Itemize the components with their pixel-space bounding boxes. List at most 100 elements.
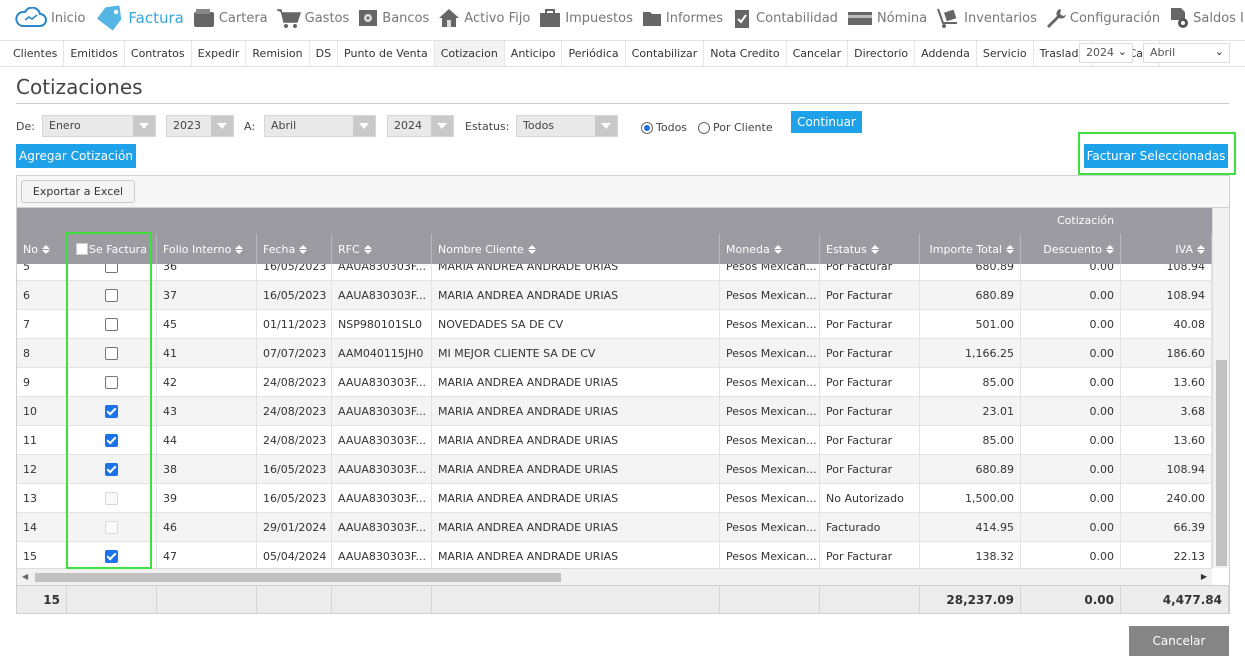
header-label: Importe Total: [929, 242, 1002, 256]
header-fecha[interactable]: Fecha: [257, 234, 332, 264]
cell-rfc: AAUA830303F...: [332, 542, 432, 568]
to-year-dropdown[interactable]: 2024: [387, 115, 454, 137]
header-no[interactable]: No: [17, 234, 67, 264]
nav-item-activo-fijo[interactable]: Activo Fijo: [437, 7, 530, 29]
header-cliente[interactable]: Nombre Cliente: [432, 234, 720, 264]
vertical-scrollbar[interactable]: [1212, 208, 1229, 568]
header-descuento[interactable]: Descuento: [1021, 234, 1121, 264]
nav-item-factura[interactable]: Factura: [93, 5, 184, 31]
sort-icon[interactable]: [41, 244, 50, 254]
radio-todos-label: Todos: [656, 121, 688, 134]
table-row[interactable]: 9 42 24/08/2023 AAUA830303F... MARIA ANDREA …: [17, 368, 1212, 397]
tab-directorio[interactable]: Directorio: [848, 41, 916, 66]
scroll-right-icon[interactable]: ▶: [1201, 572, 1207, 581]
tab-clientes[interactable]: Clientes: [7, 41, 65, 66]
invoice-selected-button[interactable]: Facturar Seleccionadas: [1084, 144, 1228, 168]
table-row[interactable]: 6 37 16/05/2023 AAUA830303F... MARIA ANDREA …: [17, 281, 1212, 310]
table-row[interactable]: 15 47 05/04/2024 AAUA830303F... MARIA ANDREA…: [17, 542, 1212, 568]
tab-cancelar[interactable]: Cancelar: [787, 41, 849, 66]
nav-item-inicio[interactable]: Inicio: [14, 7, 85, 29]
sort-icon[interactable]: [1106, 244, 1114, 254]
sort-icon[interactable]: [235, 244, 244, 254]
nav-item-bancos[interactable]: Bancos: [357, 7, 429, 29]
nav-item-informes[interactable]: Informes: [641, 7, 723, 29]
nav-item-saldos-iniciales[interactable]: Saldos Iniciales: [1168, 7, 1245, 29]
from-year-dropdown[interactable]: 2023: [166, 115, 234, 137]
table-row[interactable]: 8 41 07/07/2023 AAM040115JH0 MI MEJOR CLIENT…: [17, 339, 1212, 368]
cell-no: 11: [17, 426, 67, 454]
radio-por-cliente[interactable]: Por Cliente: [698, 121, 773, 134]
nav-item-contabilidad[interactable]: Contabilidad: [731, 7, 838, 29]
tab-contratos[interactable]: Contratos: [125, 41, 192, 66]
cell-iva: 13.60: [1121, 426, 1212, 454]
sort-icon[interactable]: [299, 244, 308, 254]
cell-iva: 13.60: [1121, 368, 1212, 396]
tab-remision[interactable]: Remision: [246, 41, 310, 66]
tab-ds[interactable]: DS: [310, 41, 339, 66]
status-dropdown[interactable]: Todos: [516, 115, 618, 137]
tab-expedir[interactable]: Expedir: [192, 41, 247, 66]
add-quote-button[interactable]: Agregar Cotización: [16, 144, 136, 168]
table-row[interactable]: 7 45 01/11/2023 NSP980101SL0 NOVEDADES SA DE…: [17, 310, 1212, 339]
table-row[interactable]: 11 44 24/08/2023 AAUA830303F... MARIA ANDREA…: [17, 426, 1212, 455]
header-moneda[interactable]: Moneda: [720, 234, 820, 264]
tab-addenda[interactable]: Addenda: [915, 41, 977, 66]
nav-item-nómina[interactable]: Nómina: [846, 7, 927, 29]
table-row[interactable]: 12 38 16/05/2023 AAUA830303F... MARIA ANDREA…: [17, 455, 1212, 484]
sort-icon[interactable]: [1197, 244, 1205, 254]
cell-descuento: 0.00: [1021, 368, 1121, 396]
scroll-left-icon[interactable]: ◀: [22, 572, 28, 581]
cell-descuento: 0.00: [1021, 426, 1121, 454]
header-importe[interactable]: Importe Total: [920, 234, 1021, 264]
year-select[interactable]: 2024 ⌄: [1079, 43, 1133, 63]
table-row[interactable]: 5 36 16/05/2023 AAUA830303F... MARIA ANDREA …: [17, 264, 1212, 281]
radio-todos[interactable]: Todos: [641, 121, 687, 134]
export-excel-button[interactable]: Exportar a Excel: [21, 180, 135, 203]
tab-emitidos[interactable]: Emitidos: [64, 41, 125, 66]
dropdown-arrow-icon: [133, 116, 155, 136]
nav-item-configuración[interactable]: Configuración: [1045, 7, 1160, 29]
sort-icon[interactable]: [1006, 244, 1014, 254]
cell-iva: 22.13: [1121, 542, 1212, 568]
header-estatus[interactable]: Estatus: [820, 234, 920, 264]
to-month-dropdown[interactable]: Abril: [264, 115, 376, 137]
tab-peri-dica[interactable]: Periódica: [562, 41, 626, 66]
cancel-button[interactable]: Cancelar: [1129, 626, 1229, 656]
table-row[interactable]: 13 39 16/05/2023 AAUA830303F... MARIA ANDREA…: [17, 484, 1212, 513]
nav-item-cartera[interactable]: Cartera: [192, 7, 268, 29]
nav-item-impuestos[interactable]: Impuestos: [538, 7, 633, 29]
tab-cotizacion[interactable]: Cotizacion: [434, 41, 505, 66]
sort-icon[interactable]: [773, 244, 782, 254]
scrollbar-thumb[interactable]: [1216, 360, 1227, 566]
from-month-dropdown[interactable]: Enero: [42, 115, 156, 137]
scrollbar-thumb[interactable]: [35, 573, 561, 582]
header-iva[interactable]: IVA: [1121, 234, 1212, 264]
to-year-value: 2024: [394, 119, 422, 132]
cell-iva: 186.60: [1121, 339, 1212, 367]
grid-footer: 15 28,237.09 0.00 4,477.84: [17, 585, 1229, 613]
month-select[interactable]: Abril ⌄: [1143, 43, 1230, 63]
horizontal-scrollbar[interactable]: ◀ ▶: [17, 568, 1212, 585]
header-folio[interactable]: Folio Interno: [157, 234, 257, 264]
header-label: RFC: [338, 242, 360, 256]
table-row[interactable]: 14 46 29/01/2024 AAUA830303F... MARIA ANDREA…: [17, 513, 1212, 542]
cell-estatus: No Autorizado: [820, 484, 920, 512]
header-rfc[interactable]: RFC: [332, 234, 432, 264]
cell-importe: 1,500.00: [920, 484, 1021, 512]
sort-icon[interactable]: [527, 244, 536, 254]
dolly-icon: [935, 7, 961, 29]
grid-body: 5 36 16/05/2023 AAUA830303F... MARIA ANDREA …: [17, 264, 1212, 568]
table-row[interactable]: 10 43 24/08/2023 AAUA830303F... MARIA ANDREA…: [17, 397, 1212, 426]
tab-punto-de-venta[interactable]: Punto de Venta: [338, 41, 435, 66]
cell-cliente: NOVEDADES SA DE CV: [432, 310, 720, 338]
nav-item-inventarios[interactable]: Inventarios: [935, 7, 1037, 29]
nav-item-gastos[interactable]: Gastos: [276, 7, 349, 29]
tab-nota-credito[interactable]: Nota Credito: [704, 41, 787, 66]
tab-contabilizar[interactable]: Contabilizar: [626, 41, 705, 66]
sort-icon[interactable]: [363, 244, 372, 254]
cell-rfc: AAUA830303F...: [332, 281, 432, 309]
sort-icon[interactable]: [870, 244, 879, 254]
tab-anticipo[interactable]: Anticipo: [505, 41, 563, 66]
continuar-button[interactable]: Continuar: [791, 111, 862, 133]
tab-servicio[interactable]: Servicio: [977, 41, 1034, 66]
